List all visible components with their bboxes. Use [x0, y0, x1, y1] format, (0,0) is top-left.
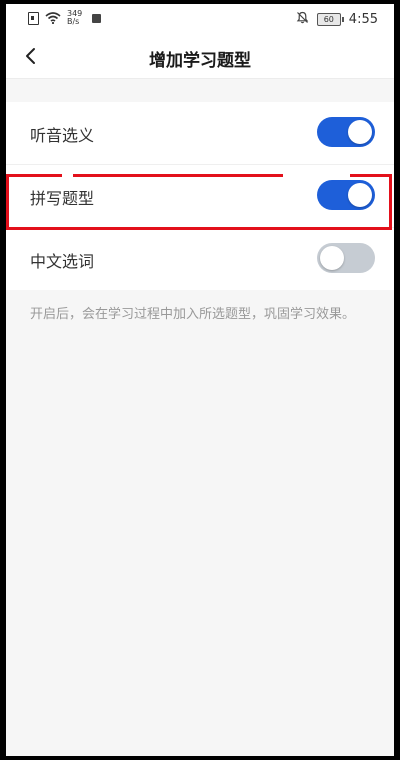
toggle-knob: [348, 120, 372, 144]
toggle-knob: [348, 183, 372, 207]
setting-row-spelling: 拼写题型: [6, 165, 394, 228]
nav-bar: 增加学习题型: [6, 34, 394, 79]
setting-label: 中文选词: [30, 252, 95, 271]
sim-card-icon: [28, 11, 39, 25]
setting-label: 拼写题型: [30, 189, 95, 208]
bell-off-icon: [296, 11, 309, 27]
net-speed-unit: B/s: [67, 17, 80, 26]
phone-screen: 349 B/s 60 4:55 增加学习题型 听音选义 拼写题型 中文选词 开启…: [6, 4, 394, 756]
clock: 4:55: [348, 11, 378, 27]
battery-icon: 60: [316, 12, 344, 26]
notification-square-icon: [92, 13, 102, 23]
toggle-knob: [320, 246, 344, 270]
status-left: 349 B/s: [28, 10, 102, 26]
listening-toggle[interactable]: [317, 117, 375, 147]
setting-label: 听音选义: [30, 126, 95, 145]
net-speed: 349 B/s: [67, 10, 82, 26]
page-title: 增加学习题型: [149, 51, 251, 71]
hint-text: 开启后，会在学习过程中加入所选题型，巩固学习效果。: [30, 307, 356, 322]
question-type-list: 听音选义 拼写题型 中文选词: [6, 102, 394, 290]
wifi-icon: [45, 12, 61, 24]
setting-row-listening: 听音选义: [6, 102, 394, 165]
spelling-toggle[interactable]: [317, 180, 375, 210]
setting-row-chinese-choice: 中文选词: [6, 228, 394, 290]
status-right: 60 4:55: [296, 11, 378, 27]
status-bar: 349 B/s 60 4:55: [6, 4, 394, 34]
chinese-choice-toggle[interactable]: [317, 243, 375, 273]
